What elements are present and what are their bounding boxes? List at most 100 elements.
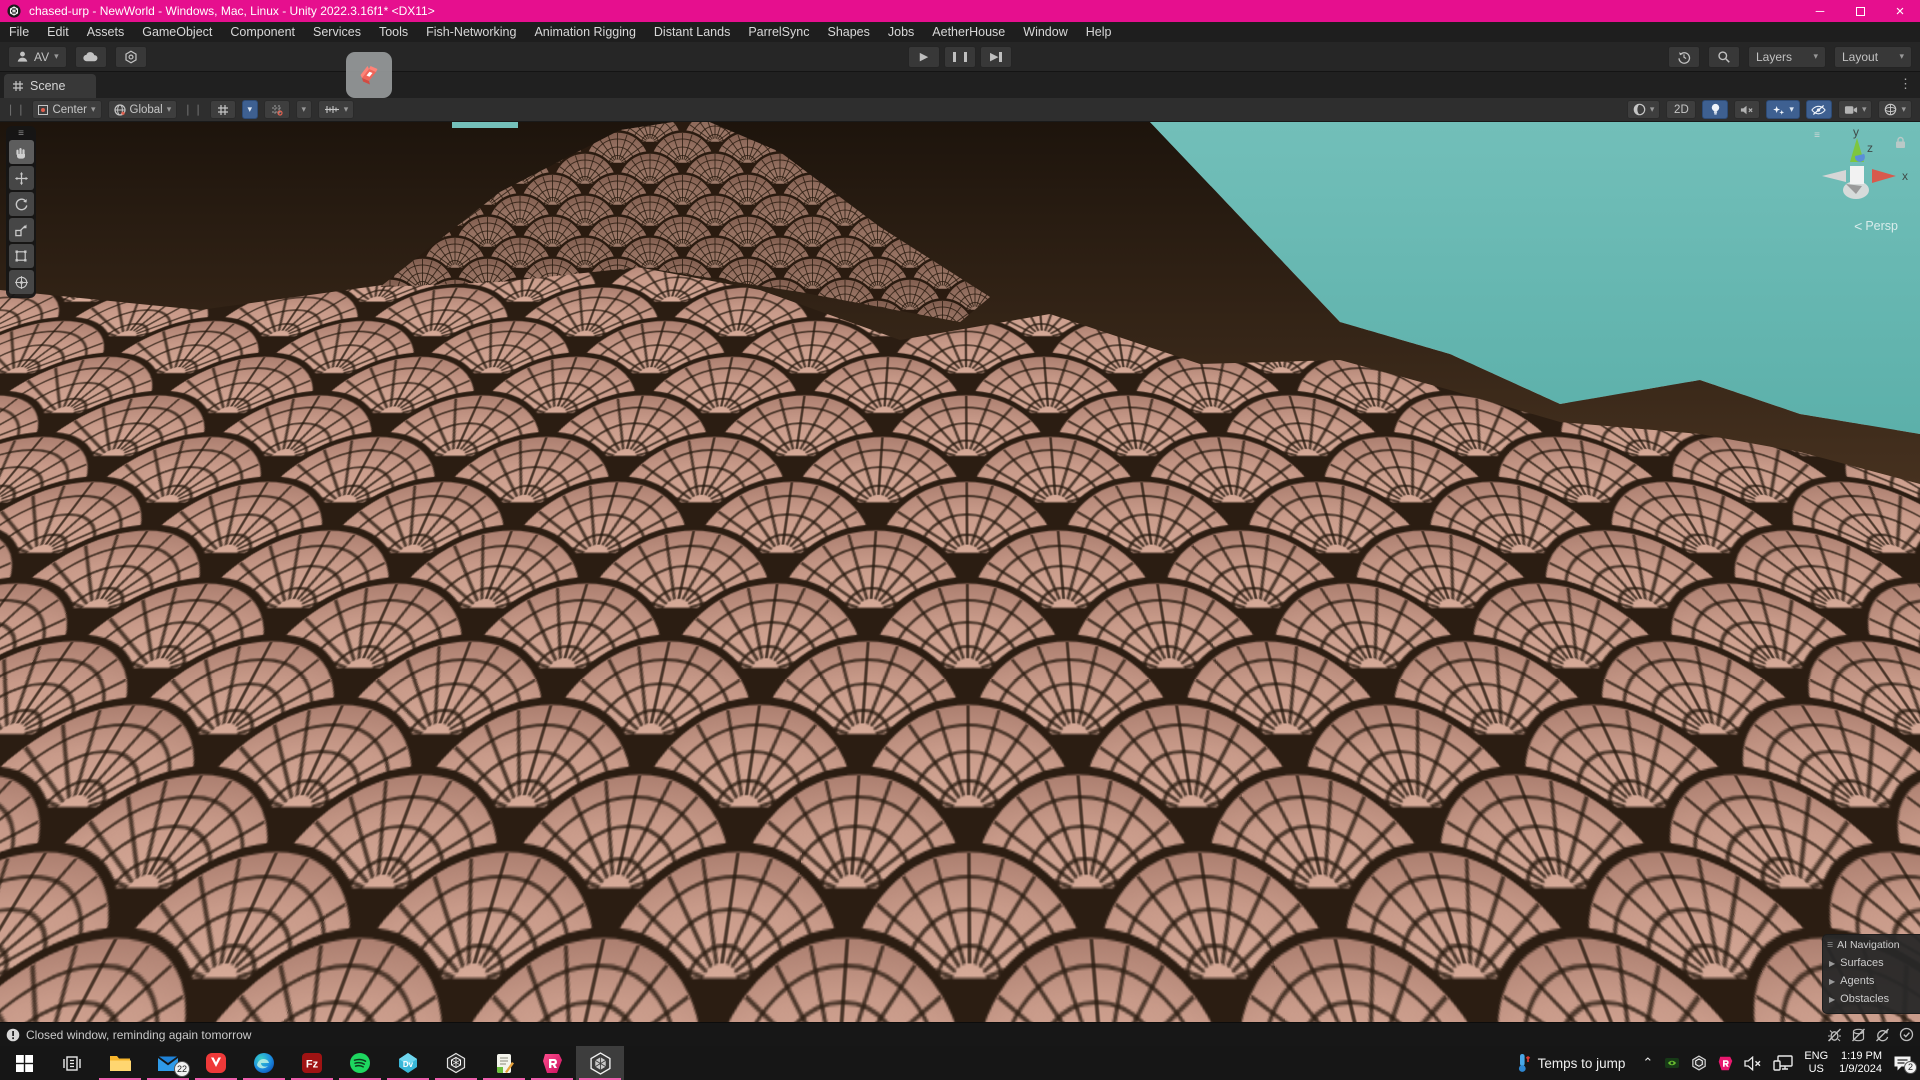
status-message[interactable]: Closed window, reminding again tomorrow <box>26 1028 251 1042</box>
volume-muted-icon[interactable] <box>1744 1056 1762 1071</box>
menu-tools[interactable]: Tools <box>370 22 417 42</box>
grid-visibility-dropdown[interactable]: ▾ <box>242 100 258 119</box>
taskbar-spotify[interactable] <box>336 1046 384 1080</box>
taskbar-mail[interactable]: 22 <box>144 1046 192 1080</box>
scene-lighting-toggle[interactable] <box>1702 100 1728 119</box>
scene-view-toolbar: ❘❘ Center ▾ Global ▾ ❘❘ ▾ <box>0 98 1920 122</box>
menu-window[interactable]: Window <box>1014 22 1076 42</box>
menu-animation-rigging[interactable]: Animation Rigging <box>525 22 644 42</box>
cloud-button[interactable] <box>75 46 107 68</box>
lightbulb-icon <box>1710 103 1721 116</box>
hidden-objects-toggle[interactable] <box>1806 100 1832 119</box>
notification-badge: 2 <box>1904 1061 1917 1074</box>
view-hand-tool[interactable] <box>9 140 34 164</box>
menu-aetherhouse[interactable]: AetherHouse <box>923 22 1014 42</box>
menu-gameobject[interactable]: GameObject <box>133 22 221 42</box>
step-button[interactable]: ▶ <box>980 46 1012 68</box>
camera-settings-dropdown[interactable]: ▾ <box>1838 100 1873 119</box>
transform-tool[interactable] <box>9 270 34 294</box>
maximize-button[interactable] <box>1840 0 1880 22</box>
shading-mode-dropdown[interactable]: ▾ <box>1627 100 1661 119</box>
orientation-gizmo[interactable]: y x z <box>1812 128 1908 224</box>
scene-viewport[interactable]: ≡ <box>0 122 1920 1022</box>
network-display-icon[interactable] <box>1773 1055 1793 1071</box>
taskbar-notes[interactable] <box>480 1046 528 1080</box>
taskbar-rider[interactable] <box>528 1046 576 1080</box>
tool-handle-rotation-dropdown[interactable]: Global ▾ <box>108 100 178 119</box>
undo-history-button[interactable] <box>1668 46 1700 68</box>
overlay-drag-handle[interactable]: ≡ <box>1827 939 1833 951</box>
layers-dropdown[interactable]: Layers ▾ <box>1748 46 1826 68</box>
gizmo-x-axis[interactable] <box>1872 169 1896 183</box>
debugger-disabled-icon[interactable] <box>1827 1028 1842 1042</box>
plugin-overlay-button[interactable] <box>346 52 392 98</box>
task-view-button[interactable] <box>48 1046 96 1080</box>
taskbar-weather-widget[interactable]: Temps to jump <box>1511 1053 1632 1073</box>
gizmo-lock-icon[interactable] <box>1895 136 1906 149</box>
pause-button[interactable] <box>944 46 976 68</box>
overlay-drag-handle[interactable]: ≡ <box>18 129 24 138</box>
toggle-2d-button[interactable]: 2D <box>1666 100 1696 119</box>
weather-label: Temps to jump <box>1538 1056 1626 1071</box>
minimize-button[interactable]: ─ <box>1800 0 1840 22</box>
tab-scene[interactable]: Scene <box>4 74 96 98</box>
tray-gpu-icon[interactable] <box>1664 1055 1680 1071</box>
menu-shapes[interactable]: Shapes <box>818 22 878 42</box>
close-button[interactable]: × <box>1880 0 1920 22</box>
projection-mode-label[interactable]: < Persp <box>1854 218 1898 234</box>
menu-help[interactable]: Help <box>1077 22 1121 42</box>
menu-distant-lands[interactable]: Distant Lands <box>645 22 739 42</box>
cache-server-disabled-icon[interactable] <box>1851 1028 1866 1042</box>
menu-services[interactable]: Services <box>304 22 370 42</box>
audio-mute-toggle[interactable] <box>1734 100 1760 119</box>
caret-down-icon: ▾ <box>54 51 59 62</box>
search-button[interactable] <box>1708 46 1740 68</box>
ai-nav-obstacles[interactable]: ▶ Obstacles <box>1827 990 1916 1008</box>
menu-jobs[interactable]: Jobs <box>879 22 923 42</box>
tray-expand-chevron[interactable]: ⌃ <box>1642 1055 1653 1071</box>
notification-center-button[interactable]: 2 <box>1893 1055 1912 1072</box>
taskbar-unity-hub[interactable] <box>432 1046 480 1080</box>
menu-fish-networking[interactable]: Fish-Networking <box>417 22 525 42</box>
menu-file[interactable]: File <box>0 22 38 42</box>
gizmos-dropdown[interactable]: ▾ <box>1878 100 1912 119</box>
taskbar-file-explorer[interactable] <box>96 1046 144 1080</box>
taskbar-filezilla[interactable]: Fz <box>288 1046 336 1080</box>
taskbar-edge[interactable] <box>240 1046 288 1080</box>
rotate-tool[interactable] <box>9 192 34 216</box>
rect-tool[interactable] <box>9 244 34 268</box>
grid-snap-button[interactable] <box>264 100 290 119</box>
background-tasks-icon[interactable] <box>1899 1027 1914 1042</box>
grid-snap-dropdown[interactable]: ▾ <box>296 100 312 119</box>
language-indicator[interactable]: ENG US <box>1804 1050 1828 1076</box>
taskbar-clock[interactable]: 1:19 PM 1/9/2024 <box>1839 1050 1882 1076</box>
move-tool[interactable] <box>9 166 34 190</box>
taskbar-davinci[interactable]: Dv <box>384 1046 432 1080</box>
tray-unity-hub-icon[interactable] <box>1691 1055 1707 1071</box>
start-button[interactable] <box>0 1046 48 1080</box>
account-dropdown[interactable]: AV ▾ <box>8 46 67 68</box>
tab-overflow-menu[interactable]: ⋮ <box>1899 76 1912 92</box>
grid-visibility-button[interactable] <box>210 100 236 119</box>
play-button[interactable]: ▶ <box>908 46 940 68</box>
tool-handle-pivot-dropdown[interactable]: Center ▾ <box>32 100 101 119</box>
tray-rider-icon[interactable] <box>1718 1056 1733 1071</box>
ai-nav-agents[interactable]: ▶ Agents <box>1827 972 1916 990</box>
settings-button[interactable] <box>115 46 147 68</box>
toolbar-drag-handle[interactable]: ❘❘ <box>6 103 26 116</box>
auto-refresh-disabled-icon[interactable] <box>1875 1028 1890 1042</box>
effects-toggle-dropdown[interactable]: ▾ <box>1766 100 1800 119</box>
taskbar-unity-editor[interactable] <box>576 1046 624 1080</box>
menu-component[interactable]: Component <box>221 22 304 42</box>
menu-edit[interactable]: Edit <box>38 22 78 42</box>
menu-assets[interactable]: Assets <box>78 22 134 42</box>
status-bar: Closed window, reminding again tomorrow <box>0 1022 1920 1046</box>
cloud-icon <box>83 51 98 62</box>
menu-parrelsync[interactable]: ParrelSync <box>739 22 818 42</box>
scale-tool[interactable] <box>9 218 34 242</box>
ai-nav-surfaces[interactable]: ▶ Surfaces <box>1827 954 1916 972</box>
layout-dropdown[interactable]: Layout ▾ <box>1834 46 1912 68</box>
snap-increment-dropdown[interactable]: ▾ <box>318 100 355 119</box>
taskbar-vivaldi[interactable] <box>192 1046 240 1080</box>
toolbar-drag-handle[interactable]: ❘❘ <box>183 103 203 116</box>
